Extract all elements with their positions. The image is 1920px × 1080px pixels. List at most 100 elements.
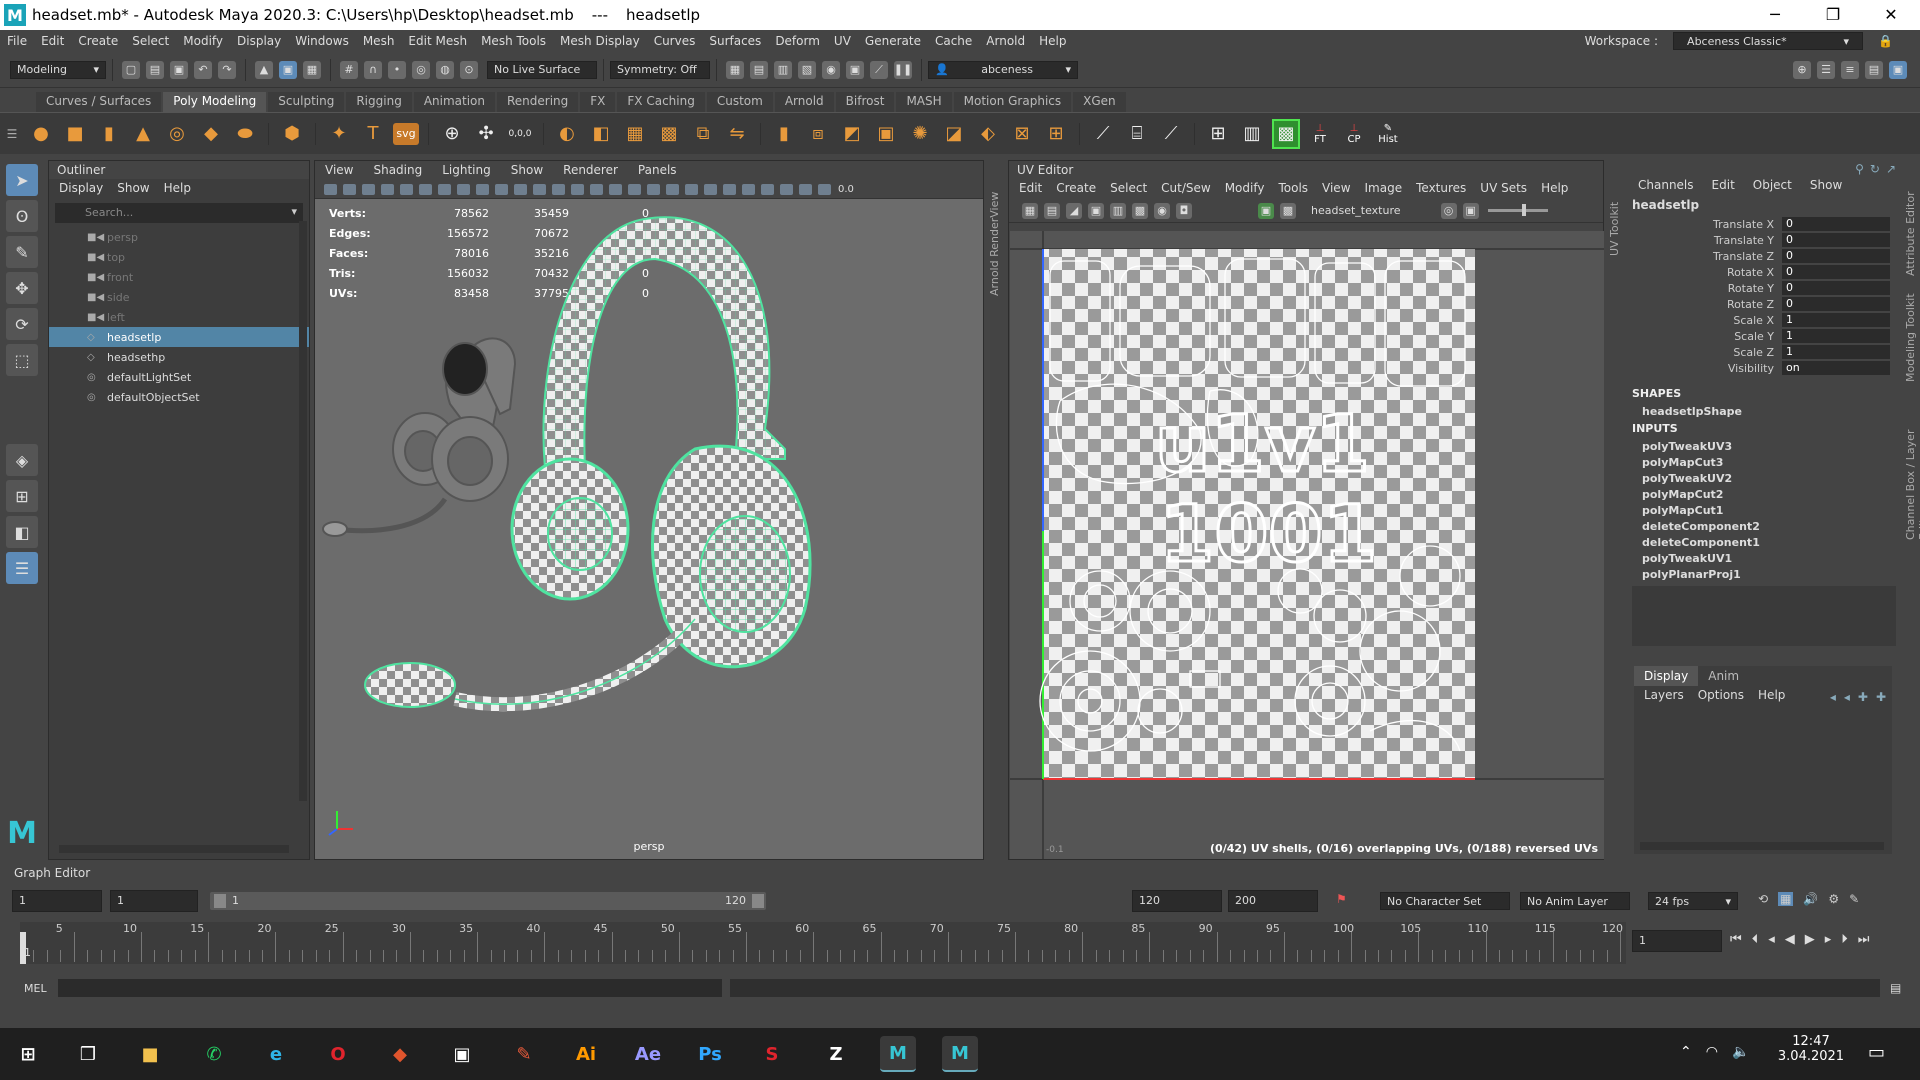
insert-edge-loop-icon[interactable]: ⌸: [1123, 119, 1151, 149]
taskbar-substance-painter-icon[interactable]: ◆: [382, 1036, 418, 1072]
channel-name[interactable]: Scale Z: [1628, 346, 1782, 359]
outliner-item-side[interactable]: ■◀ side: [49, 287, 309, 307]
film-gate-icon[interactable]: [457, 184, 470, 195]
uv-checker-map-icon[interactable]: ▩: [1280, 202, 1296, 219]
channel-value-field[interactable]: 1: [1782, 329, 1890, 343]
mel-label[interactable]: MEL: [24, 982, 58, 995]
exposure-value[interactable]: 0.0: [838, 184, 854, 195]
snap-curve-icon[interactable]: ∩: [364, 60, 382, 79]
channel-value-field[interactable]: 0: [1782, 281, 1890, 295]
antialias-icon[interactable]: [704, 184, 717, 195]
four-view-layout-icon[interactable]: ⊞: [6, 480, 38, 512]
scene-end-field[interactable]: 200: [1228, 890, 1318, 912]
popout-icon[interactable]: ↗: [1886, 162, 1896, 176]
outliner-menu-show[interactable]: Show: [117, 181, 149, 197]
layer-tab-anim[interactable]: Anim: [1698, 666, 1749, 686]
playback-end-field[interactable]: 120: [1132, 890, 1222, 912]
cb-menu-edit[interactable]: Edit: [1712, 178, 1735, 192]
taskbar-maya-icon[interactable]: M: [880, 1036, 916, 1072]
safe-title-icon[interactable]: [552, 184, 565, 195]
delete-edge-icon[interactable]: ⊠: [1008, 119, 1036, 149]
taskbar-pen-app-icon[interactable]: ✎: [506, 1036, 542, 1072]
taskbar-substance-icon[interactable]: S: [754, 1036, 790, 1072]
refresh-icon[interactable]: ↻: [1870, 162, 1880, 176]
snap-view-icon[interactable]: ◎: [412, 60, 430, 79]
resolution-gate-icon[interactable]: [476, 184, 489, 195]
restore-icon[interactable]: ❐: [1804, 0, 1862, 30]
range-slider[interactable]: 1 120: [210, 892, 766, 910]
scene-start-field[interactable]: 1: [12, 890, 102, 912]
menu-edit[interactable]: Edit: [34, 34, 71, 48]
play-forward-icon[interactable]: ▶: [1805, 932, 1815, 947]
wireframe-on-shaded-icon[interactable]: [609, 184, 622, 195]
bookmark-icon[interactable]: [362, 184, 375, 195]
outliner-item-top[interactable]: ■◀ top: [49, 247, 309, 267]
headset-hp-mesh[interactable]: [322, 337, 517, 537]
channel-name[interactable]: Translate Y: [1628, 234, 1782, 247]
layout-toggle-icon[interactable]: ▣: [1889, 60, 1907, 79]
textured-icon[interactable]: [628, 184, 641, 195]
uv-canvas[interactable]: u1v1 1001 -0.1 (0/42) UV shells, (0/16) …: [1010, 231, 1604, 859]
step-forward-key-icon[interactable]: ⏵: [1841, 932, 1848, 947]
taskbar-photoshop-icon[interactable]: Ps: [692, 1036, 728, 1072]
time-ruler[interactable]: 5 10 15 20 25 30 35 40 45 50 55 60 65 70 75 80 85 90 95 100…: [20, 922, 1626, 964]
anim-layer-dropdown[interactable]: No Anim Layer: [1520, 892, 1630, 910]
super-shape-icon[interactable]: ✦: [325, 119, 353, 149]
gate-mask-icon[interactable]: [495, 184, 508, 195]
pin-icon[interactable]: ⚲: [1855, 162, 1864, 176]
viewport-menu-panels[interactable]: Panels: [638, 163, 677, 179]
camera-select-icon[interactable]: [324, 184, 337, 195]
uv-toolkit-tab[interactable]: UV Toolkit: [1608, 176, 1621, 256]
scale-tool-icon[interactable]: ⬚: [6, 344, 38, 376]
arnold-render-icon[interactable]: ▣: [846, 60, 864, 79]
render-frame-icon[interactable]: ▤: [750, 60, 768, 79]
uv-dim-slider-handle[interactable]: [1521, 204, 1526, 216]
grease-pencil-icon[interactable]: [419, 184, 432, 195]
uv-texture-display-icon[interactable]: ▣: [1258, 202, 1274, 219]
wedge-icon[interactable]: ◪: [940, 119, 968, 149]
shelf-tab-rendering[interactable]: Rendering: [497, 92, 579, 112]
mirror-icon[interactable]: ⇋: [723, 119, 751, 149]
outliner-item-defaultObjectSet[interactable]: ◎ defaultObjectSet: [49, 387, 309, 407]
modeling-toolkit-tab[interactable]: Modeling Toolkit: [1904, 286, 1917, 382]
target-weld-icon[interactable]: ⟋: [1157, 119, 1185, 149]
snap-point-icon[interactable]: •: [388, 60, 406, 79]
layer-menu-layers[interactable]: Layers: [1644, 688, 1684, 704]
input-node[interactable]: polyTweakUV2: [1628, 470, 1900, 486]
move-layer-down-icon[interactable]: ◂: [1844, 690, 1850, 704]
make-live-icon[interactable]: ⊙: [460, 60, 478, 79]
sound-icon[interactable]: 🔊: [1803, 892, 1818, 906]
outliner-item-headsetlp[interactable]: ◇ headsetlp: [49, 327, 309, 347]
menu-create[interactable]: Create: [71, 34, 125, 48]
outliner-menu-display[interactable]: Display: [59, 181, 103, 197]
channel-name[interactable]: Translate X: [1628, 218, 1782, 231]
uv-menu-create[interactable]: Create: [1056, 181, 1096, 197]
uv-gamma-icon[interactable]: ▣: [1462, 202, 1479, 219]
step-back-key-icon[interactable]: ⏴: [1752, 932, 1759, 947]
uv-snap-icon[interactable]: ▥: [1110, 202, 1126, 219]
outliner-scrollbar[interactable]: [299, 221, 307, 801]
uv-dim-slider[interactable]: [1487, 204, 1548, 216]
rotate-tool-icon[interactable]: ⟳: [6, 308, 38, 340]
viewport-menu-renderer[interactable]: Renderer: [563, 163, 618, 179]
uv-menu-view[interactable]: View: [1322, 181, 1350, 197]
channel-value-field[interactable]: 0: [1782, 249, 1890, 263]
symmetry-dropdown[interactable]: Symmetry: Off: [610, 60, 710, 79]
shelf-tab-sculpting[interactable]: Sculpting: [268, 92, 345, 112]
uv-snapshot-icon[interactable]: ◘: [1176, 202, 1192, 219]
cb-menu-channels[interactable]: Channels: [1638, 178, 1694, 192]
range-slider-left-handle[interactable]: [214, 894, 226, 908]
ipr-render-icon[interactable]: ▥: [774, 60, 792, 79]
cache-playback-icon[interactable]: ▦: [1778, 892, 1794, 906]
channel-box-toggle-icon[interactable]: ▤: [1865, 60, 1883, 79]
channel-name[interactable]: Visibility: [1628, 362, 1782, 375]
layer-scrollbar[interactable]: [1640, 842, 1884, 850]
viewport-panel[interactable]: View Shading Lighting Show Renderer Pane…: [314, 160, 984, 860]
cb-shape-node[interactable]: headsetlpShape: [1628, 403, 1900, 419]
poly-cone-icon[interactable]: ▲: [129, 119, 157, 149]
wireframe-icon[interactable]: [571, 184, 584, 195]
outliner-item-persp[interactable]: ■◀ persp: [49, 227, 309, 247]
merge-icon[interactable]: ⬖: [974, 119, 1002, 149]
uv-checker-icon[interactable]: ▩: [1272, 118, 1300, 149]
shelf-tab-fx-caching[interactable]: FX Caching: [617, 92, 705, 112]
